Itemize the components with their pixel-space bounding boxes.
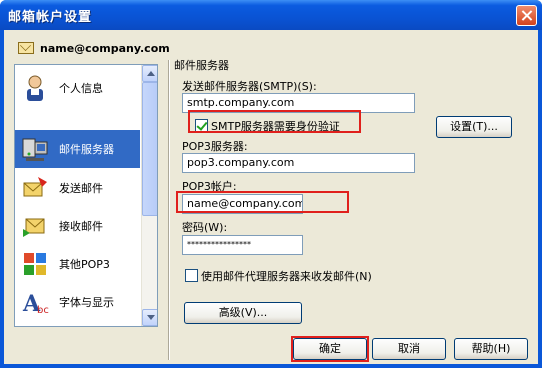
nav-item-label: 其他POP3 bbox=[59, 258, 110, 271]
dialog-window: 邮箱帐户设置 name@company.com 个人信息 邮件服务器 发送邮件 … bbox=[0, 0, 542, 368]
ok-button[interactable]: 确定 bbox=[293, 338, 367, 360]
account-header: name@company.com bbox=[18, 40, 170, 56]
smtp-auth-label: SMTP服务器需要身份验证 bbox=[211, 120, 340, 133]
nav-item-label: 接收邮件 bbox=[59, 220, 103, 233]
dialog-body: name@company.com 个人信息 邮件服务器 发送邮件 接收邮件 其他… bbox=[4, 30, 538, 364]
list-scrollbar[interactable] bbox=[141, 65, 157, 326]
window-border-bottom bbox=[0, 364, 542, 368]
nav-item-other-pop3[interactable]: 其他POP3 bbox=[15, 245, 140, 283]
label-icon bbox=[19, 324, 51, 326]
nav-item-font-display[interactable]: Abc 字体与显示 bbox=[15, 283, 140, 321]
pop3-account-input[interactable]: name@company.com bbox=[182, 194, 303, 214]
nav-item-label: 发送邮件 bbox=[59, 182, 103, 195]
server-icon bbox=[19, 133, 51, 165]
nav-item-label: 字体与显示 bbox=[59, 296, 114, 309]
close-icon[interactable] bbox=[516, 5, 537, 26]
svg-text:bc: bc bbox=[37, 305, 49, 316]
settings-button[interactable]: 设置(T)... bbox=[436, 116, 512, 138]
font-icon: Abc bbox=[19, 286, 51, 318]
pop3-account-label: POP3帐户: bbox=[182, 180, 237, 193]
cancel-button[interactable]: 取消 bbox=[372, 338, 446, 360]
nav-item-personal-info[interactable]: 个人信息 bbox=[15, 69, 140, 107]
envelope-icon bbox=[18, 42, 34, 54]
nav-item-label-tags[interactable]: 标签 bbox=[15, 321, 140, 326]
window-title: 邮箱帐户设置 bbox=[8, 10, 93, 25]
person-icon bbox=[19, 72, 51, 104]
pop3-icon bbox=[19, 248, 51, 280]
account-email: name@company.com bbox=[40, 41, 170, 55]
title-bar[interactable]: 邮箱帐户设置 bbox=[0, 0, 542, 30]
scroll-up-icon[interactable] bbox=[142, 65, 157, 82]
proxy-checkbox[interactable] bbox=[185, 269, 198, 282]
proxy-label: 使用邮件代理服务器来收发邮件(N) bbox=[201, 270, 372, 283]
smtp-label: 发送邮件服务器(SMTP)(S): bbox=[182, 80, 317, 93]
pop3-server-input[interactable]: pop3.company.com bbox=[182, 153, 415, 173]
nav-item-send-mail[interactable]: 发送邮件 bbox=[15, 169, 140, 207]
receive-mail-icon bbox=[19, 210, 51, 242]
pop3-server-label: POP3服务器: bbox=[182, 140, 248, 153]
help-button[interactable]: 帮助(H) bbox=[454, 338, 528, 360]
section-title: 邮件服务器 bbox=[174, 59, 229, 72]
password-input[interactable]: **************** bbox=[182, 235, 303, 255]
window-border-right bbox=[538, 30, 542, 368]
panel-divider bbox=[168, 60, 170, 360]
scroll-thumb[interactable] bbox=[142, 82, 157, 216]
send-mail-icon bbox=[19, 172, 51, 204]
nav-item-label: 邮件服务器 bbox=[59, 143, 114, 156]
nav-item-label: 个人信息 bbox=[59, 82, 103, 95]
smtp-server-input[interactable]: smtp.company.com bbox=[182, 93, 415, 113]
nav-item-receive-mail[interactable]: 接收邮件 bbox=[15, 207, 140, 245]
nav-item-mail-server[interactable]: 邮件服务器 bbox=[15, 130, 140, 168]
category-list[interactable]: 个人信息 邮件服务器 发送邮件 接收邮件 其他POP3 A bc 字体与显示 bbox=[14, 64, 158, 327]
advanced-button[interactable]: 高级(V)... bbox=[184, 302, 302, 324]
password-label: 密码(W): bbox=[182, 221, 228, 234]
smtp-auth-checkbox[interactable] bbox=[195, 119, 208, 132]
scroll-down-icon[interactable] bbox=[142, 309, 157, 326]
